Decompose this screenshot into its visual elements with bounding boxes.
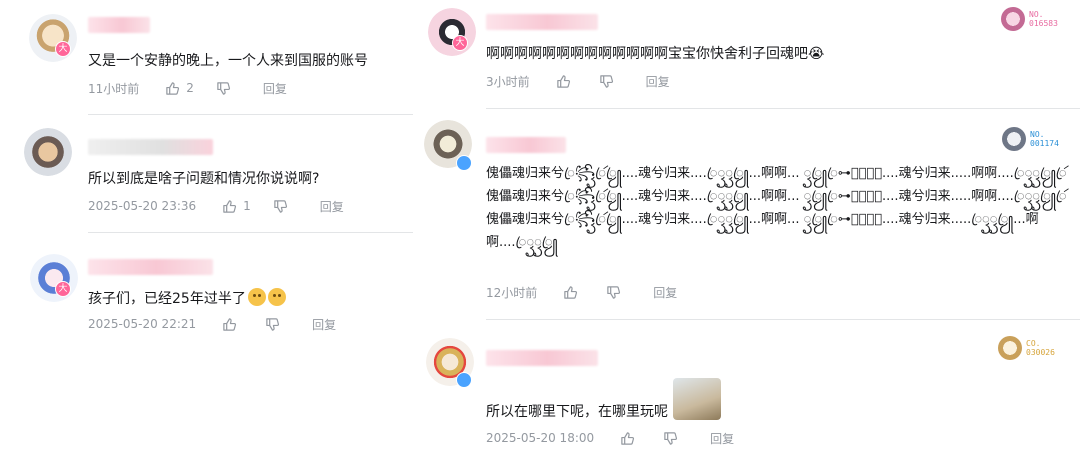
fan-badge[interactable]: NO. 001174 <box>1002 127 1059 151</box>
reply-button[interactable]: 回复 <box>263 80 287 97</box>
fan-badge-label: CO. <box>1026 339 1041 348</box>
comment-text: 所以在哪里下呢，在哪里玩呢 <box>486 404 668 420</box>
verified-badge <box>456 372 472 388</box>
comment-meta: 3小时前 回复 <box>486 72 670 90</box>
comment-text: 啊啊啊啊啊啊啊啊啊啊啊啊啊宝宝你快舍利子回魂吧😭 <box>486 46 825 62</box>
fan-badge-text: NO. 016583 <box>1029 10 1058 28</box>
thumbs-down-icon <box>607 285 621 299</box>
level-badge: 大 <box>452 35 468 51</box>
username-blurred[interactable] <box>88 17 150 33</box>
like-button[interactable] <box>556 74 577 89</box>
fan-badge-avatar <box>1001 7 1025 31</box>
timestamp: 3小时前 <box>486 74 530 89</box>
avatar[interactable] <box>24 128 72 176</box>
comment-text: 傀儡魂归来兮ꦿ꧂ꦽꦼꦿꦂꦿꦾ....魂兮归来....ꦿꦽꦽꦿꦾ...啊啊... … <box>486 166 1067 250</box>
verified-badge <box>456 155 472 171</box>
username-blurred[interactable] <box>486 350 598 366</box>
dislike-button[interactable] <box>216 81 237 96</box>
timestamp: 12小时前 <box>486 285 538 300</box>
fan-badge-number: 016583 <box>1029 19 1058 28</box>
dislike-button[interactable] <box>663 431 684 446</box>
avatar-image <box>24 128 72 176</box>
avatar-image <box>428 8 476 56</box>
comment-item: NO. 001174 傀儡魂归来兮ꦿ꧂ꦽꦼꦿꦂꦿꦾ....魂兮归来....ꦿꦽꦽꦿ… <box>418 110 1080 320</box>
like-count: 1 <box>243 199 251 213</box>
comment-text: 所以到底是啥子问题和情况你说说啊? <box>88 171 320 187</box>
timestamp: 2025-05-20 23:36 <box>88 199 197 213</box>
dislike-button[interactable] <box>599 74 620 89</box>
level-badge: 大 <box>55 281 71 297</box>
comment-meta: 11小时前 2 回复 <box>88 79 287 97</box>
comment-item: 大 孩子们，已经25年过半了 2025-05-20 22:21 回复 <box>0 233 415 457</box>
thumbs-down-icon <box>266 317 280 331</box>
thumbs-down-icon <box>274 199 287 213</box>
like-button[interactable] <box>563 285 584 300</box>
fan-badge-text: NO. 001174 <box>1030 130 1059 148</box>
avatar[interactable] <box>428 8 476 56</box>
thumbs-up-icon <box>564 285 578 299</box>
username-blurred[interactable] <box>88 259 213 275</box>
reply-button[interactable]: 回复 <box>646 73 670 90</box>
timestamp: 2025-05-20 18:00 <box>486 431 595 445</box>
reply-button[interactable]: 回复 <box>312 316 336 333</box>
thumbs-up-icon <box>223 317 237 331</box>
right-comment-column: 大 NO. 016583 啊啊啊啊啊啊啊啊啊啊啊啊啊宝宝你快舍利子回魂吧😭 3小时… <box>418 0 1080 457</box>
comment-item: 大 NO. 016583 啊啊啊啊啊啊啊啊啊啊啊啊啊宝宝你快舍利子回魂吧😭 3小时… <box>418 0 1080 110</box>
thumbs-up-icon <box>223 199 237 213</box>
comment-text: 孩子们，已经25年过半了 <box>88 287 286 311</box>
comment-text-content: 孩子们，已经25年过半了 <box>88 291 246 307</box>
doge-emoji-icon <box>267 288 286 306</box>
thumbs-down-icon <box>664 431 678 445</box>
reply-button[interactable]: 回复 <box>320 198 344 215</box>
thumbs-up-icon <box>621 431 635 445</box>
like-button[interactable] <box>620 431 641 446</box>
comment-meta: 2025-05-20 18:00 回复 <box>486 429 734 447</box>
username-blurred[interactable] <box>486 14 598 30</box>
fan-badge-label: NO. <box>1030 130 1045 139</box>
fan-badge-number: 001174 <box>1030 139 1059 148</box>
comment-meta: 2025-05-20 23:36 1 回复 <box>88 197 344 215</box>
comment-item: CO. 030026 所以在哪里下呢，在哪里玩呢 2025-05-20 18:00… <box>418 320 1080 457</box>
avatar[interactable] <box>30 254 78 302</box>
reply-button[interactable]: 回复 <box>653 284 677 301</box>
fan-badge-avatar <box>1002 127 1026 151</box>
level-badge: 大 <box>55 41 71 57</box>
dislike-button[interactable] <box>606 285 627 300</box>
fan-badge-label: NO. <box>1029 10 1044 19</box>
fan-badge-avatar <box>998 336 1022 360</box>
dislike-button[interactable] <box>273 199 294 214</box>
fan-badge[interactable]: CO. 030026 <box>998 336 1055 360</box>
divider <box>486 108 1080 109</box>
thumbs-down-icon <box>217 81 230 95</box>
thumbs-up-icon <box>556 74 570 88</box>
comment-item: 所以到底是啥子问题和情况你说说啊? 2025-05-20 23:36 1 回复 <box>0 115 415 233</box>
anime-girl-sticker <box>673 378 721 420</box>
doge-emoji-icon <box>247 288 266 306</box>
avatar-image <box>29 14 77 62</box>
comment-item: 大 又是一个安静的晚上，一个人来到国服的账号 11小时前 2 回复 <box>0 0 415 115</box>
like-button[interactable] <box>222 317 243 332</box>
thumbs-up-icon <box>166 81 180 95</box>
like-button[interactable]: 2 <box>165 81 194 96</box>
timestamp: 2025-05-20 22:21 <box>88 317 197 331</box>
fan-badge[interactable]: NO. 016583 <box>1001 7 1058 31</box>
like-count: 2 <box>186 81 194 95</box>
fan-badge-number: 030026 <box>1026 348 1055 357</box>
avatar-image <box>30 254 78 302</box>
thumbs-down-icon <box>599 74 613 88</box>
reply-button[interactable]: 回复 <box>710 430 734 447</box>
dislike-button[interactable] <box>265 317 286 332</box>
avatar[interactable] <box>29 14 77 62</box>
left-comment-column: 大 又是一个安静的晚上，一个人来到国服的账号 11小时前 2 回复 所以到底是啥… <box>0 0 415 457</box>
comment-meta: 12小时前 回复 <box>486 283 677 301</box>
timestamp: 11小时前 <box>88 81 140 96</box>
username-blurred[interactable] <box>88 139 213 155</box>
comment-text: 又是一个安静的晚上，一个人来到国服的账号 <box>88 53 368 69</box>
comment-meta: 2025-05-20 22:21 回复 <box>88 315 336 333</box>
like-button[interactable]: 1 <box>222 199 251 214</box>
username-blurred[interactable] <box>486 137 566 153</box>
fan-badge-text: CO. 030026 <box>1026 339 1055 357</box>
